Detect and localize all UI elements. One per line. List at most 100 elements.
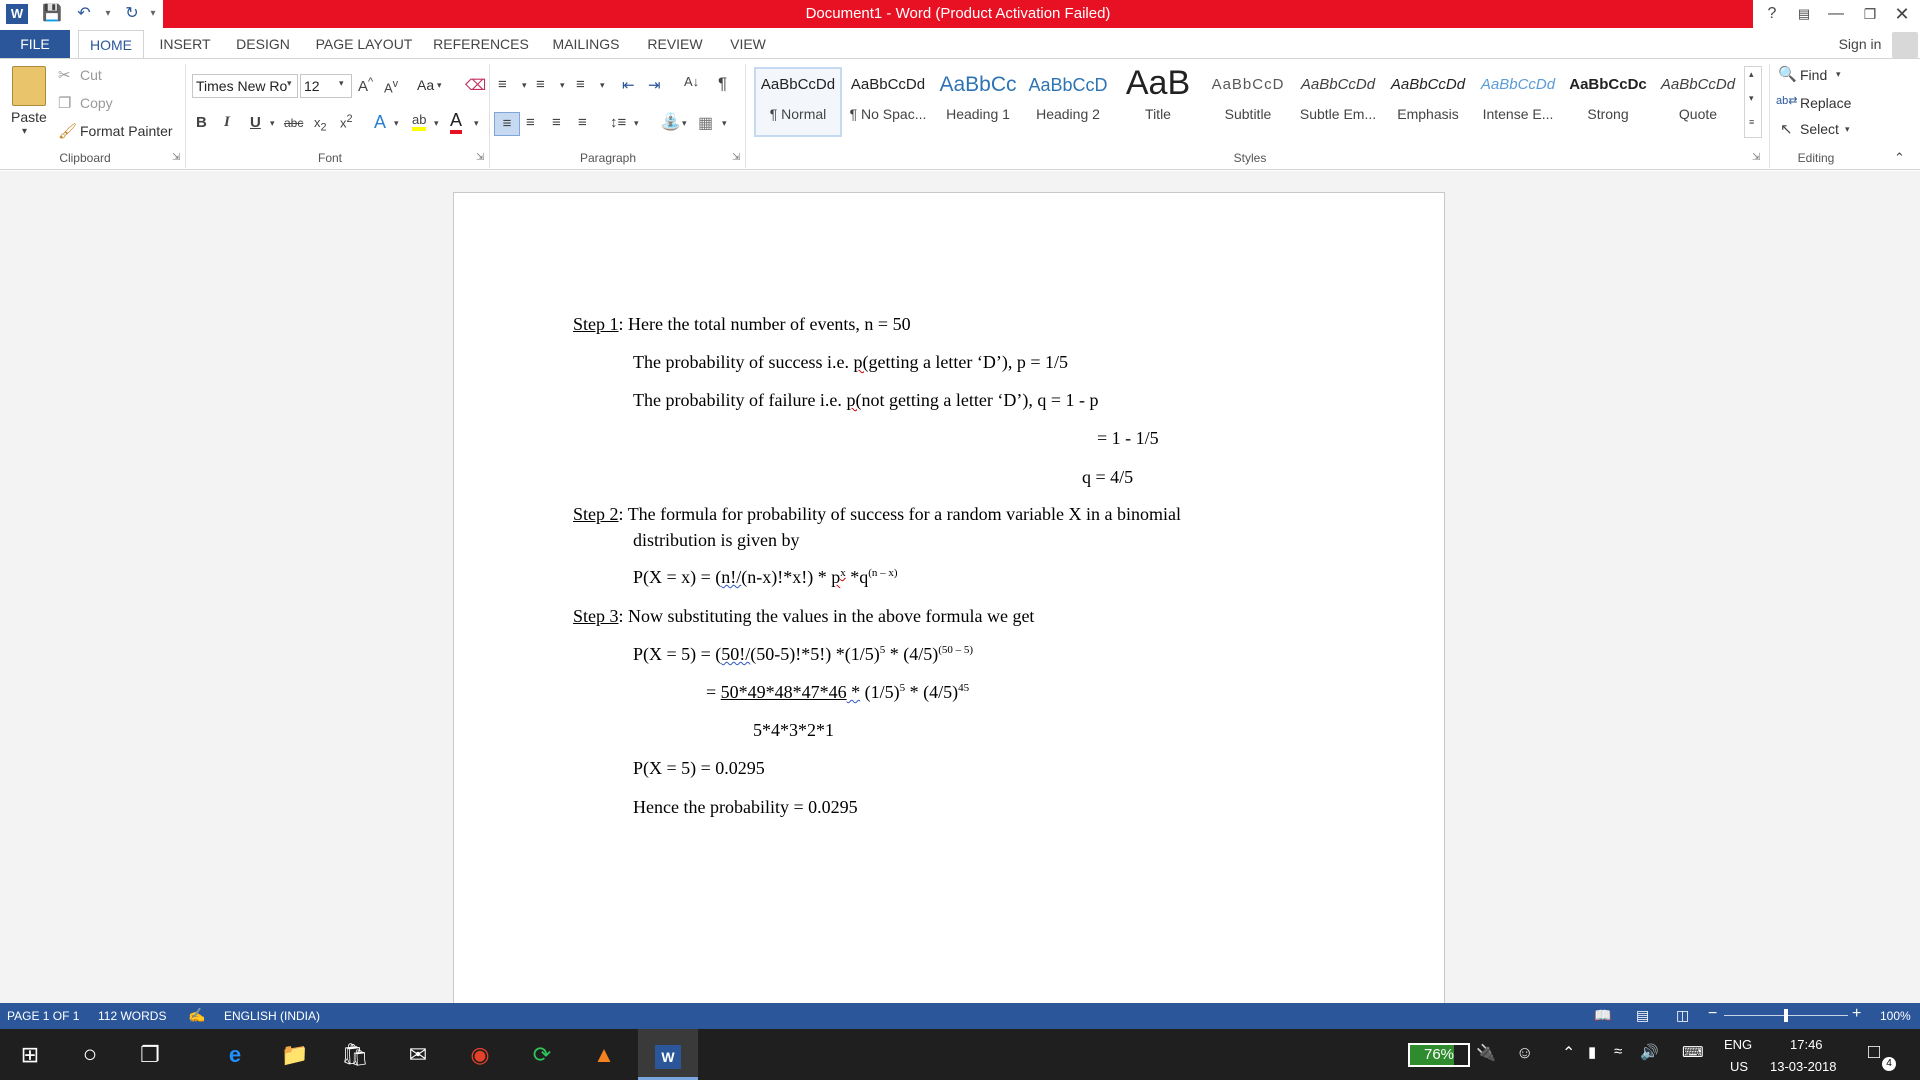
help-button[interactable]: ? <box>1754 0 1790 28</box>
print-layout-icon[interactable]: ▤ <box>1636 1007 1649 1024</box>
volume-icon[interactable]: 🔊 <box>1640 1043 1659 1061</box>
proofing-icon[interactable]: ✍ <box>188 1007 205 1024</box>
cut-button[interactable]: Cut <box>80 67 102 83</box>
spelling-flag[interactable]: p( <box>853 352 868 372</box>
tab-insert[interactable]: INSERT <box>152 30 218 58</box>
wifi-icon[interactable]: ≈ <box>1614 1043 1622 1060</box>
battery-tray-icon[interactable]: ▮ <box>1588 1043 1596 1061</box>
input-region[interactable]: US <box>1730 1059 1748 1074</box>
page-count[interactable]: PAGE 1 OF 1 <box>7 1009 79 1023</box>
language-indicator[interactable]: ENGLISH (INDIA) <box>224 1009 320 1023</box>
show-formatting-marks-icon[interactable]: ¶ <box>718 74 727 94</box>
spelling-flag[interactable]: p <box>831 567 840 587</box>
cut-icon[interactable]: ✂ <box>58 66 71 84</box>
line-spacing-icon[interactable]: ↕≡ <box>610 114 626 131</box>
collapse-ribbon-icon[interactable]: ⌃ <box>1894 150 1905 166</box>
shrink-font-icon[interactable]: Av <box>384 78 398 95</box>
paste-button[interactable]: Paste <box>11 109 47 125</box>
font-name-combo[interactable]: Times New Ro <box>192 74 298 98</box>
clipboard-launcher-icon[interactable]: ⇲ <box>172 152 180 163</box>
grammar-flag[interactable]: n!/ <box>721 567 741 587</box>
clear-formatting-icon[interactable]: ⌫ <box>465 76 486 94</box>
grammar-flag[interactable]: 50!/ <box>721 644 750 664</box>
find-icon[interactable]: 🔍 <box>1778 65 1797 83</box>
find-button[interactable]: Find <box>1800 67 1827 83</box>
user-avatar-icon[interactable] <box>1892 32 1918 58</box>
grammar-flag[interactable]: * <box>847 682 860 702</box>
line-spacing-dropdown-icon[interactable]: ▾ <box>634 118 639 129</box>
file-explorer-icon[interactable]: 📁 <box>265 1029 325 1080</box>
font-name-dropdown-icon[interactable]: ▾ <box>287 78 292 89</box>
italic-icon[interactable]: I <box>224 114 230 131</box>
tab-page-layout[interactable]: PAGE LAYOUT <box>310 30 418 58</box>
select-button[interactable]: Select <box>1800 121 1839 137</box>
tab-home[interactable]: HOME <box>78 30 144 58</box>
paragraph-launcher-icon[interactable]: ⇲ <box>732 152 740 163</box>
vlc-icon[interactable]: ▲ <box>574 1029 634 1080</box>
style-emphasis[interactable]: AaBbCcDd Emphasis <box>1384 70 1472 140</box>
find-dropdown-icon[interactable]: ▾ <box>1836 69 1841 80</box>
subscript-icon[interactable]: x2 <box>314 115 327 134</box>
input-language[interactable]: ENG <box>1724 1037 1752 1052</box>
bullets-dropdown-icon[interactable]: ▾ <box>522 80 527 91</box>
style-quote[interactable]: AaBbCcDd Quote <box>1654 70 1742 140</box>
font-launcher-icon[interactable]: ⇲ <box>476 152 484 163</box>
style-no-spacing[interactable]: AaBbCcDd ¶ No Spac... <box>844 70 932 140</box>
copy-button[interactable]: Copy <box>80 95 113 111</box>
grow-font-icon[interactable]: A^ <box>358 76 373 95</box>
style-subtle-emphasis[interactable]: AaBbCcDd Subtle Em... <box>1294 70 1382 140</box>
tab-file[interactable]: FILE <box>0 30 70 58</box>
style-strong[interactable]: AaBbCcDc Strong <box>1564 70 1652 140</box>
copy-icon[interactable]: ❐ <box>58 94 71 112</box>
style-heading-2[interactable]: AaBbCcD Heading 2 <box>1024 70 1112 140</box>
select-icon[interactable]: ↖ <box>1780 120 1793 138</box>
font-color-dropdown-icon[interactable]: ▾ <box>474 118 479 129</box>
bold-icon[interactable]: B <box>196 114 207 131</box>
tab-mailings[interactable]: MAILINGS <box>544 30 628 58</box>
tab-review[interactable]: REVIEW <box>640 30 710 58</box>
highlight-icon[interactable]: ab <box>412 112 427 131</box>
windows-start-icon[interactable]: ⊞ <box>0 1029 60 1080</box>
styles-gallery-scroll[interactable]: ▴ ▾ ≡ <box>1744 66 1762 138</box>
borders-icon[interactable]: ▦ <box>698 113 713 133</box>
clock-time[interactable]: 17:46 <box>1790 1037 1823 1052</box>
spelling-flag[interactable]: p( <box>846 390 861 410</box>
format-painter-button[interactable]: Format Painter <box>80 123 173 139</box>
zoom-level[interactable]: 100% <box>1880 1009 1911 1023</box>
multilevel-list-icon[interactable]: ≡ <box>576 76 585 93</box>
zoom-slider-thumb[interactable] <box>1784 1009 1788 1022</box>
underline-icon[interactable]: U <box>250 114 261 131</box>
strikethrough-icon[interactable]: abc <box>284 116 303 130</box>
restore-button[interactable]: ❐ <box>1852 0 1888 28</box>
more-styles-icon[interactable]: ≡ <box>1749 117 1754 127</box>
action-center-icon[interactable]: □ <box>1868 1041 1880 1064</box>
show-hidden-icons-icon[interactable]: ⌃ <box>1562 1043 1575 1063</box>
multilevel-list-dropdown-icon[interactable]: ▾ <box>600 80 605 91</box>
font-size-combo[interactable]: 12 <box>300 74 352 98</box>
save-icon[interactable]: 💾 <box>40 3 64 25</box>
styles-launcher-icon[interactable]: ⇲ <box>1752 152 1760 163</box>
read-mode-icon[interactable]: 📖 <box>1594 1007 1611 1024</box>
cortana-icon[interactable]: ○ <box>60 1029 120 1080</box>
text-effects-dropdown-icon[interactable]: ▾ <box>394 118 399 129</box>
decrease-indent-icon[interactable]: ⇤ <box>622 76 635 94</box>
ribbon-display-options-icon[interactable]: ▤ <box>1786 0 1822 28</box>
edge-icon[interactable]: e <box>205 1029 265 1080</box>
text-effects-icon[interactable]: A <box>374 112 386 133</box>
mail-icon[interactable]: ✉ <box>388 1029 448 1080</box>
touch-keyboard-icon[interactable]: ⌨ <box>1682 1043 1704 1061</box>
align-right-icon[interactable]: ≡ <box>552 114 561 131</box>
undo-dropdown-icon[interactable]: ▾ <box>96 3 120 25</box>
clock-date[interactable]: 13-03-2018 <box>1770 1059 1837 1074</box>
sync-app-icon[interactable]: ⟳ <box>512 1029 572 1080</box>
highlight-dropdown-icon[interactable]: ▾ <box>434 118 439 129</box>
align-center-icon[interactable]: ≡ <box>526 114 535 131</box>
tab-design[interactable]: DESIGN <box>228 30 298 58</box>
numbering-dropdown-icon[interactable]: ▾ <box>560 80 565 91</box>
paste-dropdown-icon[interactable]: ▾ <box>22 126 27 137</box>
close-button[interactable]: ✕ <box>1884 0 1920 28</box>
align-left-icon[interactable]: ≡ <box>494 112 520 136</box>
word-taskbar-icon[interactable]: W <box>638 1029 698 1080</box>
web-layout-icon[interactable]: ◫ <box>1676 1007 1689 1024</box>
style-title[interactable]: AaB Title <box>1114 70 1202 140</box>
